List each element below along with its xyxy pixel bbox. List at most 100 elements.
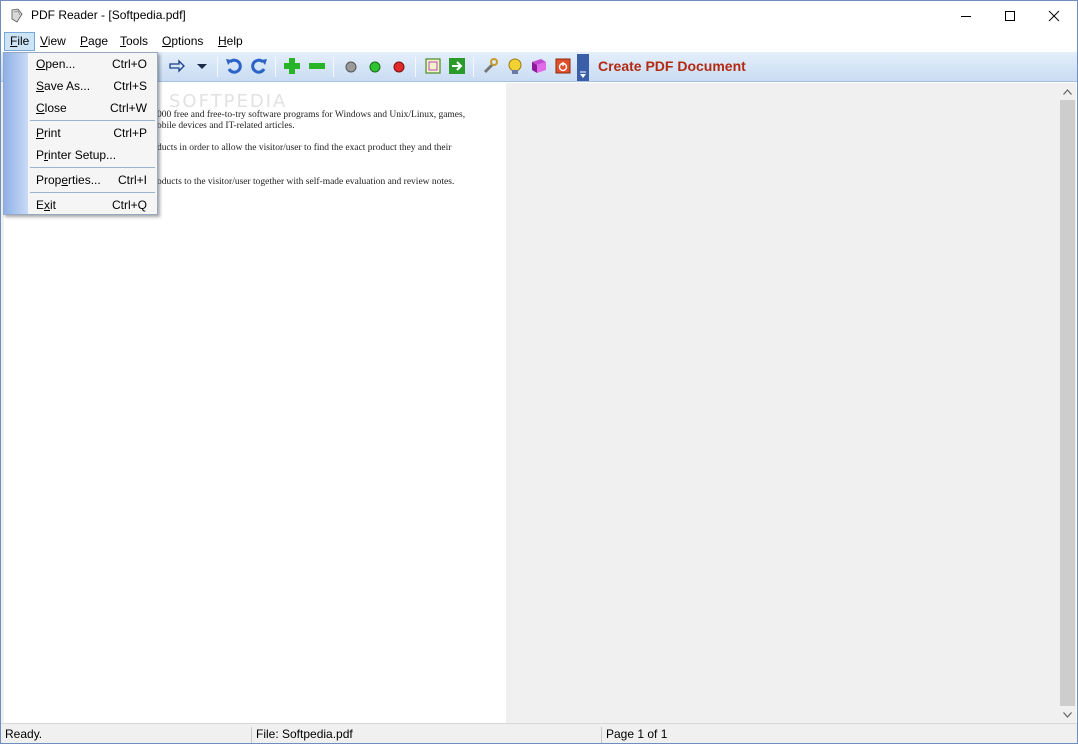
go-icon[interactable] <box>447 56 467 76</box>
menu-view[interactable]: View <box>35 32 71 51</box>
label-text: P <box>36 148 45 162</box>
scrollbar-thumb[interactable] <box>1060 100 1075 706</box>
menu-separator <box>30 192 155 193</box>
accel-key: O <box>36 57 46 71</box>
status-page: Page 1 of 1 <box>606 727 668 741</box>
window-title: PDF Reader - [Softpedia.pdf] <box>31 8 186 22</box>
menu-help-label: elp <box>226 34 243 48</box>
bulb-icon[interactable] <box>505 56 525 76</box>
redo-icon[interactable] <box>249 56 269 76</box>
scroll-up-button[interactable] <box>1059 83 1076 100</box>
toolbar: Create PDF Document <box>1 52 1077 82</box>
label-text: Prop <box>36 173 62 187</box>
label-text: rint <box>44 126 61 140</box>
label-text: pen... <box>45 57 76 71</box>
tools-icon[interactable] <box>481 56 501 76</box>
toolbar-separator <box>415 57 416 77</box>
status-file: File: Softpedia.pdf <box>256 727 353 741</box>
toolbar-overflow-button[interactable] <box>577 54 589 81</box>
menu-page-accel: P <box>80 34 89 48</box>
chevron-down-icon <box>580 71 586 78</box>
menu-view-label: iew <box>47 34 66 48</box>
menu-item-shortcut: Ctrl+Q <box>111 198 147 212</box>
menu-options-label: ptions <box>171 34 204 48</box>
label-text: E <box>36 198 45 212</box>
menu-bar: File View Page Tools Options Help <box>1 31 1077 52</box>
menu-separator <box>30 120 155 121</box>
document-text-line: oducts to the visitor/user together with… <box>157 177 455 187</box>
menu-item-label: Exit <box>36 194 56 216</box>
toolbar-separator <box>473 57 474 77</box>
menu-tools[interactable]: Tools <box>115 32 153 51</box>
document-viewport[interactable]: SOFTPEDIA 000 free and free-to-try softw… <box>1 83 1059 723</box>
menu-item-shortcut: Ctrl+P <box>113 126 147 140</box>
menu-view-accel: V <box>40 34 48 48</box>
gray-circle-icon[interactable] <box>341 56 361 76</box>
power-icon[interactable] <box>553 56 573 76</box>
menu-item-label: Printer Setup... <box>36 144 116 166</box>
toolbar-separator <box>275 57 276 77</box>
accel-key: P <box>36 126 45 140</box>
toolbar-separator <box>333 57 334 77</box>
status-text: Ready. <box>5 727 43 741</box>
document-text-line: 000 free and free-to-try software progra… <box>157 110 466 120</box>
menu-item-shortcut: Ctrl+I <box>117 173 147 187</box>
menu-item-shortcut: Ctrl+O <box>111 57 147 71</box>
minimize-button[interactable] <box>943 1 989 31</box>
zoom-out-icon[interactable] <box>307 56 327 76</box>
app-icon <box>11 8 23 23</box>
menu-item-exit[interactable]: Exit Ctrl+Q <box>28 194 157 216</box>
maximize-button[interactable] <box>987 1 1033 31</box>
create-pdf-document-button[interactable]: Create PDF Document <box>598 58 746 74</box>
watermark: SOFTPEDIA <box>169 91 288 112</box>
menu-item-label: Properties... <box>36 169 101 191</box>
book-icon[interactable] <box>529 56 549 76</box>
forward-arrow-icon[interactable] <box>167 56 187 76</box>
accel-key: S <box>36 79 45 93</box>
toolbar-separator <box>217 57 218 77</box>
menu-item-label: Close <box>36 97 67 119</box>
menu-page[interactable]: Page <box>75 32 113 51</box>
green-circle-icon[interactable] <box>365 56 385 76</box>
dropdown-icon[interactable] <box>192 56 212 76</box>
document-text-line: obile devices and IT-related articles. <box>157 121 295 131</box>
menu-options-accel: O <box>162 34 172 48</box>
menu-file-label: ile <box>17 34 30 48</box>
accel-key: C <box>36 101 45 115</box>
zoom-in-icon[interactable] <box>282 56 302 76</box>
menu-item-save-as[interactable]: Save As... Ctrl+S <box>28 75 157 97</box>
label-text: it <box>50 198 57 212</box>
menu-item-open[interactable]: Open... Ctrl+O <box>28 53 157 75</box>
menu-item-printer-setup[interactable]: Printer Setup... <box>28 144 157 166</box>
status-bar: Ready. File: Softpedia.pdf Page 1 of 1 <box>1 723 1077 743</box>
menu-item-shortcut: Ctrl+S <box>113 79 147 93</box>
red-circle-icon[interactable] <box>389 56 409 76</box>
label-text: lose <box>44 101 67 115</box>
document-text-line: ducts in order to allow the visitor/user… <box>157 143 452 153</box>
vertical-scrollbar[interactable] <box>1059 83 1076 723</box>
app-window: PDF Reader - [Softpedia.pdf] File View P… <box>0 0 1078 744</box>
maximize-icon <box>1005 11 1015 21</box>
menu-file[interactable]: File <box>4 32 36 51</box>
menu-separator <box>30 167 155 168</box>
menu-item-properties[interactable]: Properties... Ctrl+I <box>28 169 157 191</box>
page-icon[interactable] <box>423 56 443 76</box>
close-button[interactable] <box>1031 1 1077 31</box>
menu-help[interactable]: Help <box>213 32 248 51</box>
label-text: rties... <box>68 173 101 187</box>
scroll-down-button[interactable] <box>1059 706 1076 723</box>
menu-options[interactable]: Options <box>157 32 208 51</box>
menu-item-shortcut: Ctrl+W <box>110 101 147 115</box>
chevron-up-icon <box>1063 88 1072 95</box>
file-menu-dropdown: Open... Ctrl+O Save As... Ctrl+S Close C… <box>3 52 158 215</box>
menu-page-label: age <box>88 34 109 48</box>
menu-help-accel: H <box>218 34 227 48</box>
menu-item-label: Save As... <box>36 75 90 97</box>
minimize-icon <box>961 16 971 17</box>
menu-icon-strip <box>4 53 28 214</box>
menu-item-print[interactable]: Print Ctrl+P <box>28 122 157 144</box>
undo-icon[interactable] <box>224 56 244 76</box>
menu-item-close[interactable]: Close Ctrl+W <box>28 97 157 119</box>
title-bar[interactable]: PDF Reader - [Softpedia.pdf] <box>1 1 1077 31</box>
menu-item-label: Print <box>36 122 61 144</box>
